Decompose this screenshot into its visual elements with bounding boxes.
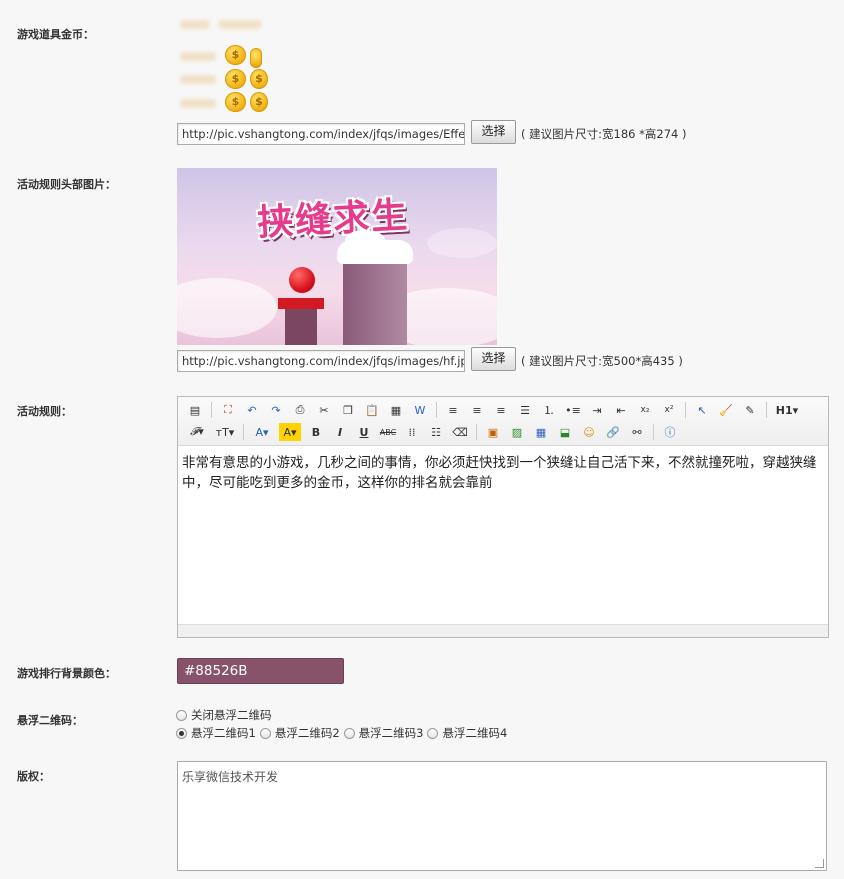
paste-text-icon[interactable]: ▦ <box>387 401 405 419</box>
qrcode-option-2[interactable]: 悬浮二维码2 <box>259 725 340 741</box>
radio-button[interactable] <box>176 727 187 739</box>
print-icon[interactable]: ⎙ <box>291 401 309 419</box>
clear-format-icon[interactable]: 🧹 <box>717 401 735 419</box>
red-ball-graphic <box>289 267 315 293</box>
emoticon-icon[interactable]: ☺ <box>580 423 598 441</box>
table-icon[interactable]: ▦ <box>532 423 550 441</box>
header-image-url-input[interactable]: http://pic.vshangtong.com/index/jfqs/ima… <box>177 350 465 372</box>
undo-icon[interactable]: ↶ <box>243 401 261 419</box>
indent-icon[interactable]: ⇥ <box>588 401 606 419</box>
strikethrough-icon[interactable]: ABC <box>379 423 397 441</box>
header-image-size-hint: ( 建议图片尺寸:宽500*高435 ) <box>521 354 683 368</box>
unordered-list-icon[interactable]: •≡ <box>564 401 582 419</box>
ordered-list-icon[interactable]: ⒈ <box>540 401 558 419</box>
font-color-icon[interactable]: A▾ <box>251 423 273 441</box>
qrcode-option-off[interactable]: 关闭悬浮二维码 <box>176 707 272 723</box>
paste-word-icon[interactable]: W <box>411 401 429 419</box>
justify-icon[interactable]: ☰ <box>516 401 534 419</box>
fullscreen-icon[interactable]: ⛶ <box>219 401 237 419</box>
header-image-select-button[interactable]: 选择 <box>471 347 516 371</box>
editor-resize-bar[interactable] <box>178 624 828 637</box>
rules-label: 活动规则： <box>17 405 72 418</box>
radio-button[interactable] <box>427 727 439 739</box>
underline-icon[interactable]: U <box>355 423 373 441</box>
radio-button[interactable] <box>176 709 187 721</box>
qrcode-option-1[interactable]: 悬浮二维码1 <box>176 725 256 741</box>
subscript-icon[interactable]: x₂ <box>636 401 654 419</box>
copyright-label: 版权： <box>17 770 50 783</box>
eraser-icon[interactable]: ⌫ <box>451 423 469 441</box>
copy-icon[interactable]: ❐ <box>339 401 357 419</box>
multi-image-icon[interactable]: ▨ <box>508 423 526 441</box>
radio-button[interactable] <box>343 727 355 739</box>
insert-hr-icon[interactable]: ⬓ <box>556 423 574 441</box>
align-center-icon[interactable]: ≡ <box>468 401 486 419</box>
source-icon[interactable]: ▤ <box>186 401 204 419</box>
outdent-icon[interactable]: ⇤ <box>612 401 630 419</box>
link-icon[interactable]: 🔗 <box>604 423 622 441</box>
help-icon[interactable]: ⓘ <box>661 423 679 441</box>
copyright-text: 乐享微信技术开发 <box>182 770 279 784</box>
tower-graphic <box>343 252 407 345</box>
rich-text-editor[interactable]: ▤ ⛶ ↶ ↷ ⎙ ✂ ❐ 📋 ▦ W ≡ ≡ ≡ ☰ ⒈ •≡ ⇥ ⇤ x₂ … <box>177 396 829 638</box>
line-height-icon[interactable]: ⁞⁞ <box>403 423 421 441</box>
qrcode-option-4[interactable]: 悬浮二维码4 <box>427 725 507 741</box>
bold-icon[interactable]: B <box>307 423 325 441</box>
editor-toolbar: ▤ ⛶ ↶ ↷ ⎙ ✂ ❐ 📋 ▦ W ≡ ≡ ≡ ☰ ⒈ •≡ ⇥ ⇤ x₂ … <box>178 397 828 446</box>
banner-title: 挟缝求生 <box>256 195 411 244</box>
qrcode-label: 悬浮二维码： <box>17 714 83 727</box>
horizontal-rule-icon[interactable]: ☷ <box>427 423 445 441</box>
coins-image-url-input[interactable]: http://pic.vshangtong.com/index/jfqs/ima… <box>177 123 465 145</box>
align-left-icon[interactable]: ≡ <box>444 401 462 419</box>
qrcode-option-3[interactable]: 悬浮二维码3 <box>343 725 423 741</box>
font-family-icon[interactable]: 𝓕▾ <box>186 423 208 441</box>
header-image-preview: 挟缝求生 <box>177 168 497 345</box>
font-size-icon[interactable]: ᴛT▾ <box>214 423 236 441</box>
highlight-color-icon[interactable]: A▾ <box>279 423 301 441</box>
bg-color-label: 游戏排行背景颜色： <box>17 667 116 680</box>
cut-icon[interactable]: ✂ <box>315 401 333 419</box>
copyright-textarea[interactable]: 乐享微信技术开发 <box>177 761 827 871</box>
superscript-icon[interactable]: x² <box>660 401 678 419</box>
resize-grip[interactable] <box>815 859 824 868</box>
coins-select-button[interactable]: 选择 <box>471 120 516 144</box>
coin-image-preview: $ $ $ $ $ <box>180 15 272 115</box>
editor-content[interactable]: 非常有意思的小游戏，几秒之间的事情，你必须赶快找到一个狭缝让自己活下来，不然就撞… <box>182 453 822 493</box>
unlink-icon[interactable]: ⚯ <box>628 423 646 441</box>
select-all-icon[interactable]: ↖ <box>693 401 711 419</box>
qrcode-radio-row-2: 悬浮二维码1 悬浮二维码2 悬浮二维码3 悬浮二维码4 <box>176 725 511 741</box>
bg-color-input[interactable]: #88526B <box>177 658 344 684</box>
header-image-label: 活动规则头部图片： <box>17 178 116 191</box>
italic-icon[interactable]: I <box>331 423 349 441</box>
heading-dropdown[interactable]: H1 ▾ <box>774 401 800 419</box>
paste-icon[interactable]: 📋 <box>363 401 381 419</box>
qrcode-radio-row-1: 关闭悬浮二维码 <box>176 707 276 723</box>
radio-button[interactable] <box>259 727 271 739</box>
pillar-graphic <box>285 309 317 345</box>
quick-format-icon[interactable]: ✎ <box>741 401 759 419</box>
redo-icon[interactable]: ↷ <box>267 401 285 419</box>
insert-image-icon[interactable]: ▣ <box>484 423 502 441</box>
align-right-icon[interactable]: ≡ <box>492 401 510 419</box>
coins-label: 游戏道具金币： <box>17 28 94 41</box>
coins-size-hint: ( 建议图片尺寸:宽186 *高274 ) <box>521 127 687 141</box>
